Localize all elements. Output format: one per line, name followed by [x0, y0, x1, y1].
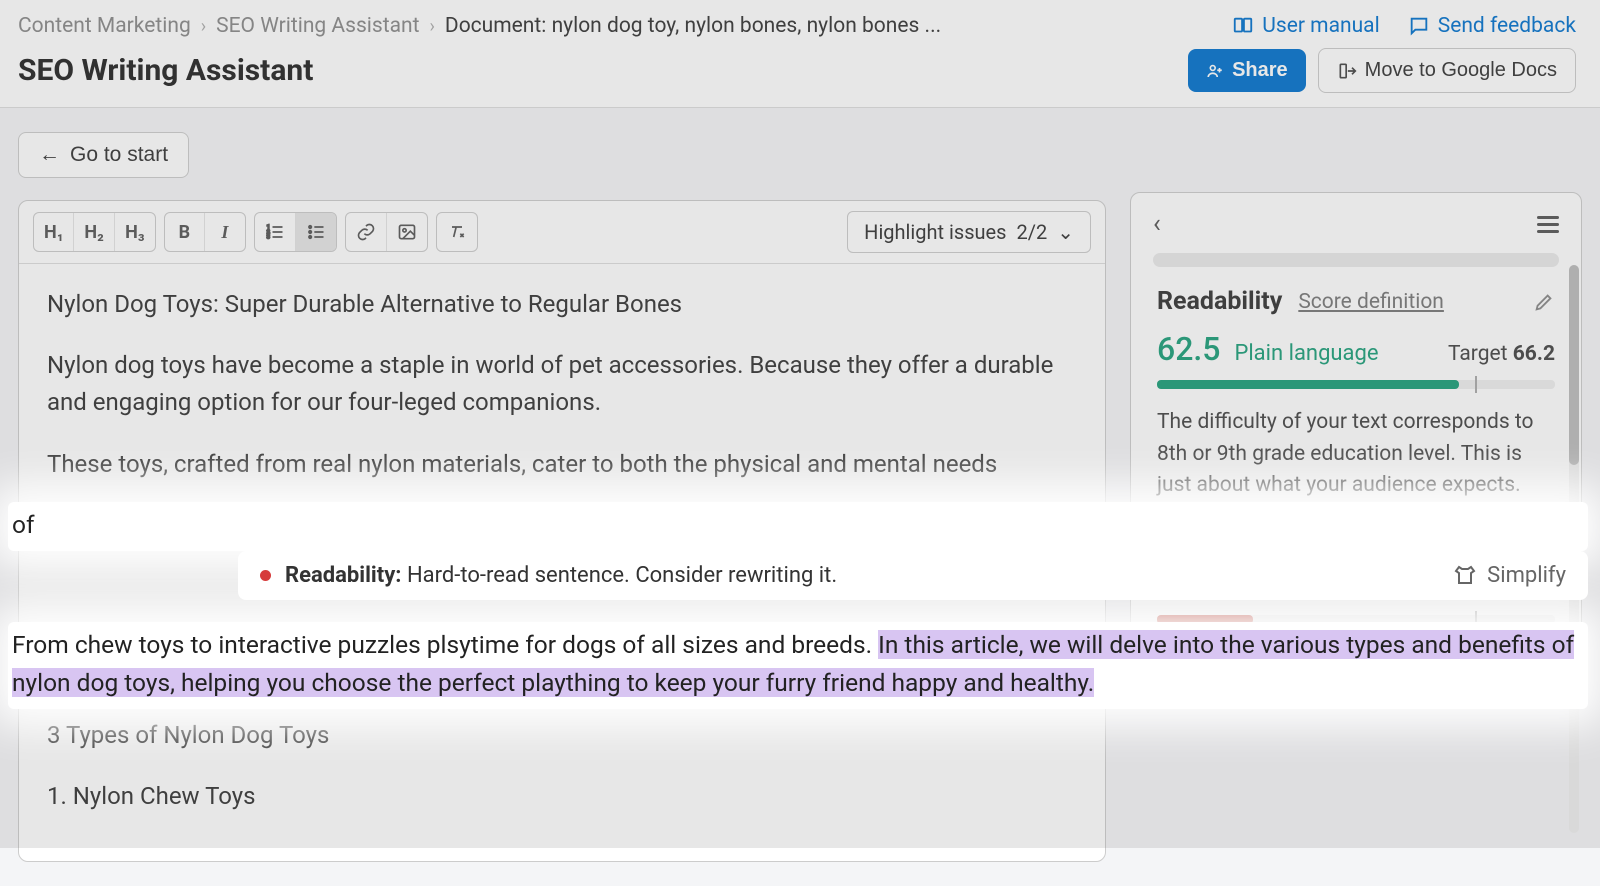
breadcrumb-item-1[interactable]: Content Marketing	[18, 14, 191, 38]
move-to-docs-button[interactable]: Move to Google Docs	[1318, 48, 1576, 93]
svg-text:3: 3	[267, 235, 271, 241]
h1-button[interactable]: H₁	[34, 213, 74, 251]
sidebar-back-button[interactable]: ‹	[1153, 209, 1161, 239]
sidebar-menu-button[interactable]	[1537, 216, 1559, 233]
user-manual-label: User manual	[1262, 14, 1379, 38]
readability-score: 62.5	[1157, 330, 1220, 368]
scrollbar[interactable]	[1569, 265, 1579, 833]
italic-button[interactable]: I	[205, 213, 245, 251]
readability-section: Readability Score definition 62.5 Plain …	[1131, 267, 1581, 686]
user-manual-link[interactable]: User manual	[1232, 14, 1379, 38]
breadcrumb-item-3: Document: nylon dog toy, nylon bones, ny…	[445, 14, 941, 38]
h2-button[interactable]: H₂	[74, 213, 114, 251]
clear-format-icon	[447, 222, 467, 242]
readability-target: Target 66.2	[1448, 342, 1555, 366]
doc-list-item-1: 1. Nylon Chew Toys	[47, 778, 1077, 815]
red-dot-icon	[260, 570, 271, 581]
highlight-issues-count: 2/2	[1017, 220, 1048, 244]
clear-format-button[interactable]	[437, 213, 477, 251]
send-feedback-link[interactable]: Send feedback	[1408, 14, 1576, 38]
share-label: Share	[1232, 59, 1288, 82]
chevron-down-icon: ⌄	[1057, 220, 1074, 244]
header: Content Marketing › SEO Writing Assistan…	[0, 0, 1600, 108]
issue-text: Hard-to-read sentence. Consider rewritin…	[407, 563, 837, 588]
ordered-list-icon: 123	[265, 222, 285, 242]
highlight-issues-label: Highlight issues	[864, 220, 1006, 244]
image-button[interactable]	[387, 213, 427, 251]
chevron-right-icon: ›	[430, 16, 435, 37]
page-title: SEO Writing Assistant	[18, 53, 313, 88]
comment-icon	[1408, 15, 1430, 37]
image-icon	[397, 222, 417, 242]
sidebar: ‹ Readability Score definition 62.5 Plai…	[1130, 192, 1582, 687]
bold-button[interactable]: B	[165, 213, 205, 251]
doc-heading-types: 3 Types of Nylon Dog Toys	[47, 717, 1077, 754]
simplify-label: Simplify	[1487, 563, 1566, 588]
main-area: ← Go to start H₁ H₂ H₃ B I 123	[0, 108, 1600, 886]
go-start-label: Go to start	[70, 143, 168, 167]
readability-title: Readability	[1157, 287, 1282, 316]
edit-button[interactable]	[1533, 291, 1555, 313]
simplify-button[interactable]: Simplify	[1453, 563, 1566, 588]
readability-progress	[1157, 380, 1555, 389]
go-to-start-button[interactable]: ← Go to start	[18, 132, 189, 178]
tshirt-icon	[1453, 563, 1477, 587]
book-icon	[1232, 15, 1254, 37]
top-links: User manual Send feedback	[1232, 14, 1576, 38]
scrollbar-thumb[interactable]	[1569, 265, 1579, 465]
h3-button[interactable]: H₃	[115, 213, 155, 251]
link-button[interactable]	[346, 213, 387, 251]
reading-time: Reading time: 35 sec	[1157, 642, 1555, 666]
issue-label: Readability:	[285, 563, 401, 588]
breadcrumb-item-2[interactable]: SEO Writing Assistant	[216, 14, 419, 38]
divider	[1153, 253, 1559, 267]
doc-paragraph-1: Nylon dog toys have become a staple in w…	[47, 347, 1077, 421]
score-definition-link[interactable]: Score definition	[1298, 290, 1444, 314]
doc-title: Nylon Dog Toys: Super Durable Alternativ…	[47, 286, 1077, 323]
ordered-list-button[interactable]: 123	[255, 213, 296, 251]
words-progress	[1157, 615, 1555, 624]
unordered-list-button[interactable]	[296, 213, 336, 251]
move-label: Move to Google Docs	[1365, 59, 1557, 82]
send-feedback-label: Send feedback	[1438, 14, 1576, 38]
issue-bar: Readability: Hard-to-read sentence. Cons…	[238, 551, 1588, 600]
doc-paragraph-2: These toys, crafted from real nylon mate…	[47, 446, 1077, 483]
readability-category: Plain language	[1234, 341, 1378, 366]
pencil-icon	[1533, 291, 1555, 313]
unordered-list-icon	[306, 222, 326, 242]
person-add-icon	[1206, 62, 1224, 80]
editor: H₁ H₂ H₃ B I 123	[18, 200, 1106, 862]
share-button[interactable]: Share	[1188, 49, 1306, 92]
toolbar: H₁ H₂ H₃ B I 123	[19, 201, 1105, 264]
arrow-left-icon: ←	[39, 143, 60, 167]
export-icon	[1337, 61, 1357, 81]
link-icon	[356, 222, 376, 242]
readability-description: The difficulty of your text corresponds …	[1157, 407, 1555, 502]
chevron-right-icon: ›	[201, 16, 206, 37]
highlight-issues-dropdown[interactable]: Highlight issues 2/2 ⌄	[847, 211, 1091, 253]
